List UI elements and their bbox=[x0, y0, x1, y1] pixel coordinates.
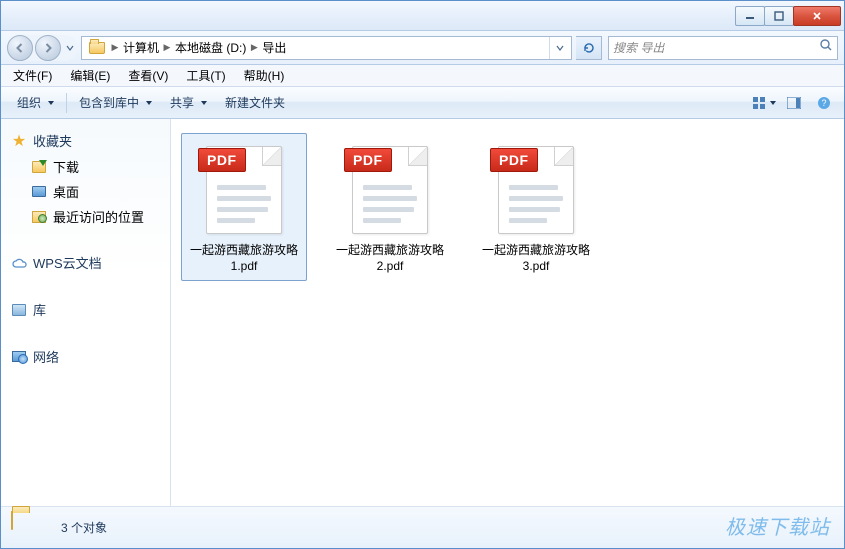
forward-button[interactable] bbox=[35, 35, 61, 61]
pdf-badge: PDF bbox=[344, 148, 392, 172]
pdf-badge: PDF bbox=[490, 148, 538, 172]
toolbar-right: ? bbox=[752, 92, 836, 114]
sidebar-item-label: 下载 bbox=[53, 157, 79, 176]
view-mode-button[interactable] bbox=[752, 92, 776, 114]
pdf-thumbnail-icon: PDF bbox=[488, 140, 584, 236]
refresh-button[interactable] bbox=[576, 36, 602, 60]
sidebar: ★ 收藏夹 下载 桌面 最近访问的位置 bbox=[1, 119, 171, 506]
view-icons-icon bbox=[753, 97, 767, 109]
crumb-separator-icon: ▶ bbox=[110, 42, 120, 53]
sidebar-group-wps: WPS云文档 bbox=[1, 249, 170, 276]
file-item[interactable]: PDF 一起游西藏旅游攻略 2.pdf bbox=[327, 133, 453, 281]
network-icon bbox=[11, 349, 27, 365]
explorer-window: ▶ 计算机 ▶ 本地磁盘 (D:) ▶ 导出 文件 bbox=[0, 0, 845, 549]
crumb-separator-icon: ▶ bbox=[162, 42, 172, 53]
libraries-icon bbox=[11, 302, 27, 318]
sidebar-desktop[interactable]: 桌面 bbox=[1, 179, 170, 204]
sidebar-group-network: 网络 bbox=[1, 343, 170, 370]
close-icon bbox=[812, 11, 822, 21]
toolbar-separator bbox=[66, 93, 67, 113]
search-icon bbox=[819, 38, 833, 57]
preview-pane-icon bbox=[787, 97, 801, 109]
breadcrumb-computer[interactable]: 计算机 bbox=[120, 37, 162, 59]
crumb-separator-icon: ▶ bbox=[249, 42, 259, 53]
help-icon: ? bbox=[817, 96, 831, 110]
back-arrow-icon bbox=[14, 42, 26, 54]
menu-edit[interactable]: 编辑(E) bbox=[62, 65, 118, 86]
folder-icon bbox=[88, 39, 106, 57]
sidebar-group-libraries: 库 bbox=[1, 296, 170, 323]
sidebar-network[interactable]: 网络 bbox=[1, 343, 170, 370]
sidebar-libraries[interactable]: 库 bbox=[1, 296, 170, 323]
include-in-library-button[interactable]: 包含到库中 bbox=[71, 90, 160, 115]
nav-history-buttons bbox=[7, 35, 77, 61]
breadcrumb-folder[interactable]: 导出 bbox=[259, 37, 289, 59]
download-folder-icon bbox=[31, 159, 47, 175]
desktop-icon bbox=[31, 184, 47, 200]
menu-tools[interactable]: 工具(T) bbox=[178, 65, 233, 86]
share-button[interactable]: 共享 bbox=[162, 90, 215, 115]
search-box[interactable] bbox=[608, 36, 838, 60]
address-right-controls bbox=[549, 37, 569, 59]
new-folder-button[interactable]: 新建文件夹 bbox=[217, 90, 293, 115]
menu-view[interactable]: 查看(V) bbox=[120, 65, 176, 86]
statusbar: 3 个对象 bbox=[1, 506, 844, 548]
file-label: 一起游西藏旅游攻略 1.pdf bbox=[186, 242, 302, 274]
window-controls bbox=[736, 6, 842, 26]
sidebar-item-label: 收藏夹 bbox=[33, 131, 72, 150]
pdf-thumbnail-icon: PDF bbox=[342, 140, 438, 236]
refresh-icon bbox=[582, 41, 596, 55]
menubar: 文件(F) 编辑(E) 查看(V) 工具(T) 帮助(H) bbox=[1, 65, 844, 87]
address-dropdown[interactable] bbox=[549, 37, 569, 59]
file-item[interactable]: PDF 一起游西藏旅游攻略 3.pdf bbox=[473, 133, 599, 281]
address-bar[interactable]: ▶ 计算机 ▶ 本地磁盘 (D:) ▶ 导出 bbox=[81, 36, 572, 60]
menu-help[interactable]: 帮助(H) bbox=[236, 65, 293, 86]
toolbar: 组织 包含到库中 共享 新建文件夹 ? bbox=[1, 87, 844, 119]
minimize-icon bbox=[745, 11, 755, 21]
sidebar-item-label: WPS云文档 bbox=[33, 253, 102, 272]
forward-arrow-icon bbox=[42, 42, 54, 54]
cloud-icon bbox=[11, 255, 27, 271]
organize-button[interactable]: 组织 bbox=[9, 90, 62, 115]
sidebar-downloads[interactable]: 下载 bbox=[1, 154, 170, 179]
titlebar bbox=[1, 1, 844, 31]
svg-text:?: ? bbox=[821, 98, 826, 108]
navbar: ▶ 计算机 ▶ 本地磁盘 (D:) ▶ 导出 bbox=[1, 31, 844, 65]
back-button[interactable] bbox=[7, 35, 33, 61]
help-button[interactable]: ? bbox=[812, 92, 836, 114]
sidebar-item-label: 最近访问的位置 bbox=[53, 207, 144, 226]
file-pane[interactable]: PDF 一起游西藏旅游攻略 1.pdf PDF 一起游西藏旅游攻略 2.pdf … bbox=[171, 119, 844, 506]
breadcrumb-drive[interactable]: 本地磁盘 (D:) bbox=[172, 37, 249, 59]
body: ★ 收藏夹 下载 桌面 最近访问的位置 bbox=[1, 119, 844, 506]
file-label: 一起游西藏旅游攻略 2.pdf bbox=[332, 242, 448, 274]
menu-file[interactable]: 文件(F) bbox=[5, 65, 60, 86]
sidebar-favorites[interactable]: ★ 收藏夹 bbox=[1, 127, 170, 154]
chevron-down-icon bbox=[556, 44, 564, 52]
sidebar-item-label: 桌面 bbox=[53, 182, 79, 201]
chevron-down-icon bbox=[66, 44, 74, 52]
history-dropdown[interactable] bbox=[63, 35, 77, 61]
maximize-icon bbox=[774, 11, 784, 21]
sidebar-recent[interactable]: 最近访问的位置 bbox=[1, 204, 170, 229]
sidebar-wps-cloud[interactable]: WPS云文档 bbox=[1, 249, 170, 276]
recent-places-icon bbox=[31, 209, 47, 225]
close-button[interactable] bbox=[793, 6, 841, 26]
pdf-badge: PDF bbox=[198, 148, 246, 172]
star-icon: ★ bbox=[11, 133, 27, 149]
pdf-thumbnail-icon: PDF bbox=[196, 140, 292, 236]
sidebar-item-label: 库 bbox=[33, 300, 46, 319]
sidebar-item-label: 网络 bbox=[33, 347, 59, 366]
sidebar-group-favorites: ★ 收藏夹 下载 桌面 最近访问的位置 bbox=[1, 127, 170, 229]
preview-pane-button[interactable] bbox=[782, 92, 806, 114]
search-input[interactable] bbox=[613, 41, 819, 55]
maximize-button[interactable] bbox=[764, 6, 794, 26]
minimize-button[interactable] bbox=[735, 6, 765, 26]
status-folder-icon bbox=[11, 512, 51, 544]
status-text: 3 个对象 bbox=[61, 519, 107, 536]
file-item[interactable]: PDF 一起游西藏旅游攻略 1.pdf bbox=[181, 133, 307, 281]
file-label: 一起游西藏旅游攻略 3.pdf bbox=[478, 242, 594, 274]
